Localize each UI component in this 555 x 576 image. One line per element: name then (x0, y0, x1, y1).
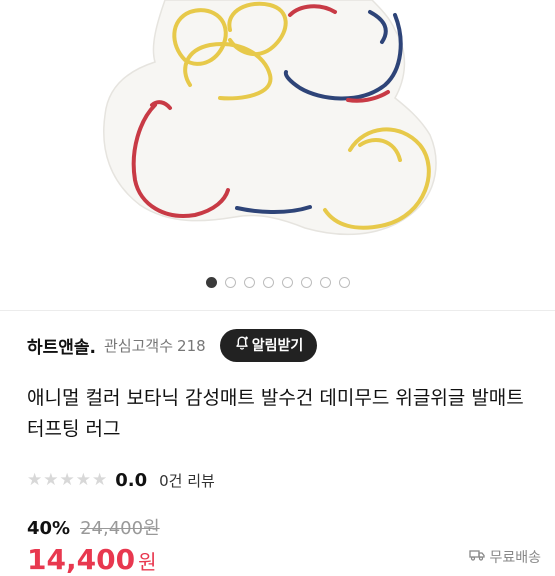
sale-price-row: 14,400 원 (27, 543, 156, 576)
product-image[interactable] (0, 0, 555, 268)
pagination-dot[interactable] (205, 277, 217, 288)
pagination-dot[interactable] (243, 277, 255, 288)
pagination-dot[interactable] (319, 277, 331, 288)
section-divider (0, 310, 555, 311)
product-title: 애니멀 컬러 보타닉 감성매트 발수건 데미무드 위글위글 발매트 터프팅 러그 (27, 387, 524, 440)
star-icon: ★ (59, 469, 75, 490)
gallery-pagination (0, 277, 555, 289)
pagination-dot[interactable] (262, 277, 274, 288)
original-price: 24,400원 (80, 518, 160, 539)
star-icon: ★ (27, 469, 43, 490)
discount-rate: 40% (27, 518, 71, 539)
rating-row[interactable]: ★ ★ ★ ★ ★ 0.0 0건 리뷰 (27, 469, 215, 491)
followers-count: 218 (177, 336, 206, 355)
shipping-info: 무료배송 (469, 547, 541, 567)
seller-row: 하트앤솔. 관심고객수 218 알림받기 (27, 328, 537, 362)
truck-icon (469, 549, 486, 565)
shipping-label: 무료배송 (489, 550, 541, 566)
price-row: 40% 24,400원 (27, 514, 160, 540)
rating-stars: ★ ★ ★ ★ ★ (27, 469, 108, 490)
review-count-link[interactable]: 0건 리뷰 (159, 470, 215, 491)
bell-plus-icon (234, 335, 250, 355)
cloud-rug-illustration (103, 0, 437, 236)
follow-button-label: 알림받기 (251, 338, 304, 354)
pagination-dot[interactable] (281, 277, 293, 288)
seller-name[interactable]: 하트앤솔. (27, 333, 96, 358)
seller-followers: 관심고객수 218 (104, 335, 206, 356)
sale-price: 14,400 (27, 543, 136, 576)
pagination-dot[interactable] (224, 277, 236, 288)
star-icon: ★ (75, 469, 91, 490)
star-icon: ★ (43, 469, 59, 490)
rating-score: 0.0 (115, 469, 148, 491)
pagination-dot[interactable] (300, 277, 312, 288)
pagination-dot[interactable] (338, 277, 350, 288)
follow-seller-button[interactable]: 알림받기 (219, 328, 318, 362)
star-icon: ★ (92, 469, 108, 490)
sale-price-unit: 원 (138, 550, 157, 574)
followers-label: 관심고객수 (104, 336, 174, 355)
